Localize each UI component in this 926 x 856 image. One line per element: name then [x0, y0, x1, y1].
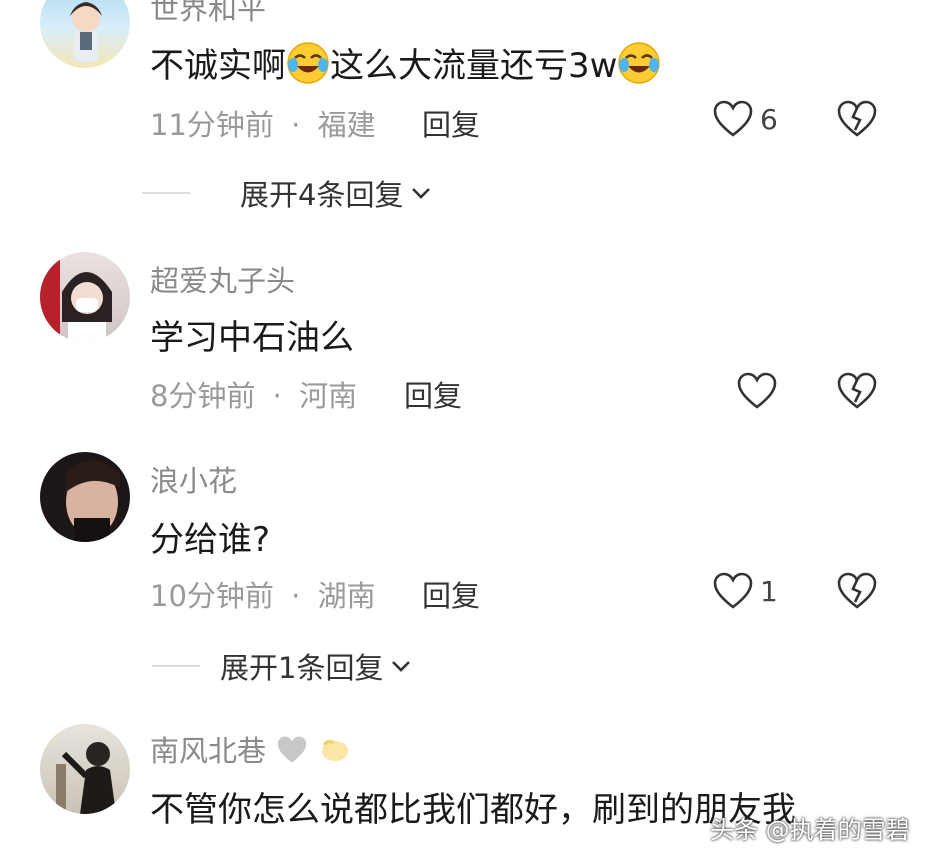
- broken-heart-icon: [837, 372, 877, 409]
- broken-heart-icon: [837, 572, 877, 609]
- comment-text: 学习中石油么: [150, 318, 354, 358]
- meta-separator: ·: [272, 379, 282, 413]
- comment-location: 河南: [299, 379, 358, 413]
- comment-text: 分给谁?: [150, 520, 271, 560]
- like-count: 6: [760, 102, 778, 136]
- grey-heart-icon: [278, 736, 307, 763]
- comment-time: 11分钟前: [150, 108, 274, 142]
- comment-time: 10分钟前: [150, 579, 274, 613]
- comment-location: 湖南: [317, 579, 376, 613]
- expand-replies-button[interactable]: 展开1条回复: [152, 645, 413, 687]
- comment-meta: 11分钟前 · 福建: [150, 102, 376, 144]
- avatar[interactable]: [40, 252, 130, 342]
- comment-location: 福建: [317, 108, 376, 142]
- avatar[interactable]: [40, 0, 130, 68]
- heart-outline-icon: [737, 372, 777, 409]
- chevron-down-icon: [392, 661, 411, 672]
- expand-replies-label: 展开4条回复: [240, 178, 404, 212]
- comment-username[interactable]: 浪小花: [150, 458, 237, 500]
- meta-separator: ·: [291, 108, 301, 142]
- comment-text-part: 不诚实啊: [150, 46, 286, 86]
- comment-text-part: 这么大流量还亏3w: [330, 46, 618, 86]
- heart-outline-icon: [713, 100, 753, 137]
- avatar[interactable]: [40, 452, 130, 542]
- expand-replies-label: 展开1条回复: [220, 651, 384, 685]
- watermark: 头条 @执着的雪碧: [710, 816, 910, 844]
- meta-separator: ·: [291, 579, 301, 613]
- avatar-illustration: [40, 252, 112, 342]
- username-text: 南风北巷: [150, 734, 267, 768]
- comment-text: 不诚实啊 这么大流量还亏3w: [150, 38, 661, 87]
- like-button[interactable]: 6: [712, 100, 778, 138]
- comment-meta: 8分钟前 · 河南: [150, 373, 357, 415]
- dislike-button[interactable]: [836, 572, 878, 614]
- divider-line: [142, 192, 190, 194]
- expand-replies-button[interactable]: 展开4条回复: [142, 172, 433, 214]
- avatar[interactable]: [40, 724, 130, 814]
- dislike-button[interactable]: [836, 100, 878, 142]
- comment-time: 8分钟前: [150, 379, 256, 413]
- avatar-illustration: [56, 742, 116, 814]
- comment-meta: 10分钟前 · 湖南: [150, 573, 376, 615]
- reply-button[interactable]: 回复: [404, 373, 462, 415]
- reply-button[interactable]: 回复: [422, 102, 480, 144]
- broken-heart-icon: [837, 100, 877, 137]
- dislike-button[interactable]: [836, 372, 878, 414]
- comment-text: 不管你怎么说都比我们都好，刷到的朋友我: [150, 790, 796, 830]
- like-button[interactable]: [736, 372, 778, 410]
- crying-laughing-emoji-icon: [618, 42, 661, 84]
- reply-button[interactable]: 回复: [422, 573, 480, 615]
- chevron-down-icon: [412, 188, 431, 199]
- waving-hand-emoji-icon: [322, 739, 349, 761]
- like-button[interactable]: 1: [712, 572, 778, 610]
- avatar-illustration: [66, 460, 120, 542]
- avatar-illustration: [70, 2, 102, 62]
- crying-laughing-emoji-icon: [287, 42, 329, 84]
- like-count: 1: [760, 574, 778, 608]
- comment-username[interactable]: 南风北巷: [150, 728, 352, 770]
- divider-line: [152, 665, 200, 667]
- comment-username[interactable]: 超爱丸子头: [150, 258, 295, 300]
- comment-username[interactable]: 世界和平: [150, 0, 266, 28]
- heart-outline-icon: [713, 572, 753, 609]
